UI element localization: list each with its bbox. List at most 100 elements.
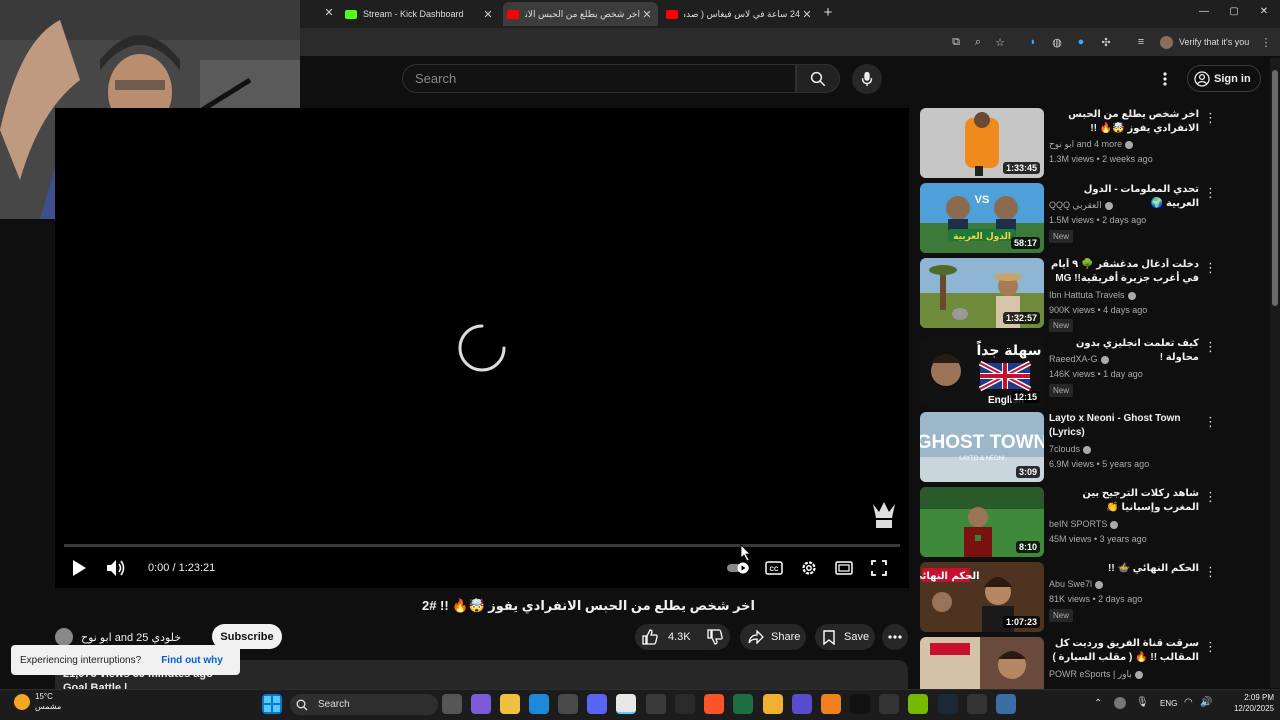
thumbnail[interactable]: الحكم النهائي 1:07:23 [920,562,1044,632]
recommendation-item[interactable]: 8:10 شاهد ركلات الترجيح بين المغرب وإسبا… [920,487,1220,557]
tab-close-icon[interactable]: ✕ [322,6,336,20]
extensions-puzzle-icon[interactable]: ✣ [1098,34,1114,50]
extension-icon[interactable]: ◗ [1025,34,1041,50]
steam-icon[interactable] [938,694,958,714]
thumbnail[interactable]: 1:33:45 [920,108,1044,178]
extension-icon[interactable]: ◍ [1049,34,1065,50]
copilot-icon[interactable] [471,694,491,714]
new-tab-button[interactable]: + [820,5,836,21]
app-icon[interactable] [967,694,987,714]
more-actions-button[interactable] [882,624,908,650]
kebab-menu-icon[interactable]: ⋮ [1204,489,1217,505]
tab-close-icon[interactable]: ✕ [640,8,654,21]
recommendation-item[interactable]: 1:32:57 دخلت أدغال مدغشقر 🌳 ٩ أيام في أغ… [920,258,1220,332]
theater-mode-button[interactable] [833,557,855,579]
recommendation-item[interactable]: الحكم النهائي 1:07:23 الحكم النهائي 🍲 !!… [920,562,1220,632]
thumbnail[interactable]: GHOST TOWN LAYTO & NEONI 3:09 [920,412,1044,482]
dislike-button[interactable] [700,624,730,650]
save-button[interactable]: Save [815,624,875,650]
recommendation-item[interactable]: 1:33:45 اخر شخص يطلع من الحبس الانفرادي … [920,108,1220,178]
settings-menu-button[interactable] [1156,68,1174,90]
kebab-menu-icon[interactable]: ⋮ [1204,564,1217,580]
chevron-up-icon[interactable]: ⌃ [1094,698,1102,709]
sign-in-button[interactable]: Sign in [1187,65,1261,92]
kebab-menu-icon[interactable]: ⋮ [1204,639,1217,655]
thumbnail[interactable]: VS الدول العربية 58:17 [920,183,1044,253]
share-button[interactable]: Share [740,624,806,650]
thumbnail[interactable]: سهلة جداً English 12:15 [920,337,1044,407]
minimize-button[interactable]: — [1196,6,1212,20]
edge-icon[interactable] [529,694,549,714]
subtitles-button[interactable]: CC [763,557,785,579]
find-out-why-link[interactable]: Find out why [161,655,223,666]
capcut-icon[interactable] [675,694,695,714]
recommendation-item[interactable]: VS الدول العربية 58:17 تحدي المعلومات - ا… [920,183,1220,253]
vlc-icon[interactable] [821,694,841,714]
fullscreen-button[interactable] [868,557,890,579]
tray-icon[interactable] [1114,697,1126,709]
channel-avatar[interactable] [55,628,73,646]
bookmark-star-icon[interactable]: ☆ [992,34,1008,50]
start-button[interactable] [262,694,282,714]
recommendation-item[interactable]: سهلة جداً English 12:15 كيف تعلمت انجليزي… [920,337,1220,407]
channel-watermark-icon[interactable] [870,500,898,530]
kebab-menu-icon[interactable]: ⋮ [1204,110,1217,126]
kebab-menu-icon[interactable]: ⋮ [1204,414,1217,430]
tab-youtube-active[interactable]: اخر شخص يطلع من الحبس الانفرا ✕ [503,2,658,26]
wifi-icon[interactable]: ◠ [1184,697,1193,708]
autoplay-toggle[interactable] [726,557,752,579]
install-app-icon[interactable]: ⧉ [948,34,964,50]
language-indicator[interactable]: ENG [1160,699,1177,708]
tab-close-icon[interactable]: ✕ [800,8,814,21]
microphone-icon[interactable]: 🎙 [1136,697,1149,708]
video-title: اخر شخص يطلع من الحبس الانفرادي يفوز 🤯🔥 … [421,598,755,613]
progress-bar[interactable] [64,544,900,547]
app-icon[interactable] [996,694,1016,714]
task-view-icon[interactable] [442,694,462,714]
tab-youtube-vegas[interactable]: 24 ساعة في لاس فيغاس ( صدمة ✕ [666,2,814,26]
profile-button[interactable]: Verify that it's you [1160,34,1264,50]
close-window-button[interactable]: ✕ [1256,6,1272,20]
discord-icon[interactable] [587,694,607,714]
store-icon[interactable] [558,694,578,714]
extension-icon[interactable]: ● [1073,34,1089,50]
kebab-menu-icon[interactable]: ⋮ [1204,185,1217,201]
app-icon[interactable] [763,694,783,714]
zoom-icon[interactable]: ⌕ [970,34,986,50]
excel-icon[interactable] [733,694,753,714]
scrollbar-thumb[interactable] [1272,70,1278,306]
obs-icon[interactable] [646,694,666,714]
search-button[interactable] [796,64,840,93]
chrome-icon[interactable] [616,694,636,714]
recommendation-item[interactable]: سرقت قناة الفريق ورديت كل المقالب !! 🔥 (… [920,637,1220,689]
app-icon[interactable] [792,694,812,714]
search-input[interactable] [415,71,795,86]
channel-name[interactable]: ابو نوح and 25 خلودي [81,631,181,644]
voice-search-button[interactable] [852,64,882,94]
tiktok-icon[interactable] [850,694,870,714]
play-button[interactable] [68,557,90,579]
kebab-menu-icon[interactable]: ⋮ [1204,339,1217,355]
tab-close-icon[interactable]: ✕ [481,8,495,21]
weather-widget[interactable]: 15°C مشمس [14,692,61,712]
settings-button[interactable] [798,557,820,579]
thumbnail[interactable] [920,637,1044,689]
mute-button[interactable] [104,557,128,579]
kebab-menu-icon[interactable]: ⋮ [1204,260,1217,276]
speaker-icon[interactable]: 🔊 [1200,697,1212,708]
taskbar-clock[interactable]: 2:09 PM 12/20/2025 [1218,692,1274,714]
taskbar-search[interactable]: Search [290,694,438,715]
media-control-icon[interactable]: ≡ [1133,34,1149,50]
file-explorer-icon[interactable] [500,694,520,714]
nvidia-icon[interactable] [908,694,928,714]
app-icon[interactable] [879,694,899,714]
thumbnail[interactable]: 8:10 [920,487,1044,557]
recommendation-item[interactable]: GHOST TOWN LAYTO & NEONI 3:09 Layto x Neo… [920,412,1220,482]
tab-kick-dashboard[interactable]: Stream - Kick Dashboard ✕ [345,2,495,26]
maximize-button[interactable]: ▢ [1226,6,1242,20]
search-box[interactable] [402,64,796,93]
thumbnail[interactable]: 1:32:57 [920,258,1044,328]
brave-icon[interactable] [704,694,724,714]
rec-meta: 6.9M views • 5 years ago [1049,459,1150,469]
browser-menu-icon[interactable]: ⋮ [1258,34,1274,50]
